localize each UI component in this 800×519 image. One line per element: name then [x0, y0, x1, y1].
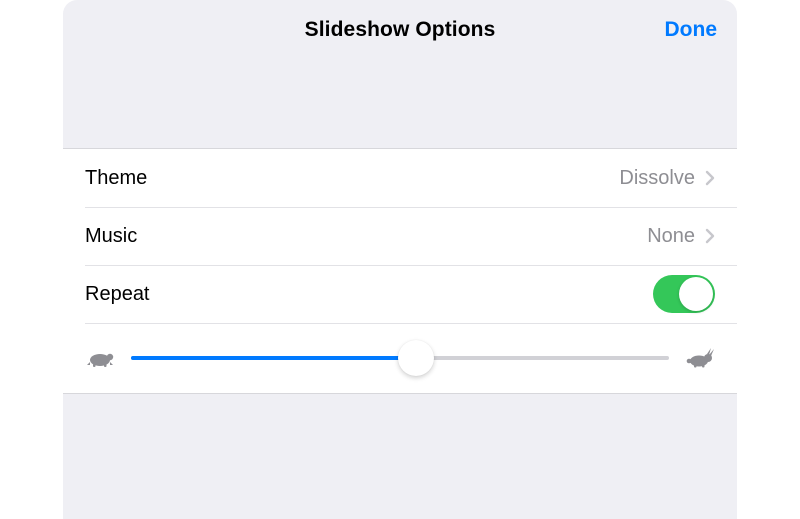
theme-value: Dissolve: [619, 167, 695, 190]
repeat-label: Repeat: [85, 283, 653, 306]
slider-thumb[interactable]: [398, 340, 434, 376]
speed-slider-row: [63, 323, 737, 393]
slideshow-options-sheet: Slideshow Options Done Theme Dissolve Mu…: [63, 0, 737, 519]
sheet-title: Slideshow Options: [305, 18, 496, 42]
speed-slider[interactable]: [131, 340, 669, 376]
rabbit-icon: [685, 347, 715, 369]
footer-spacer: [63, 394, 737, 474]
repeat-row: Repeat: [63, 265, 737, 323]
music-value: None: [647, 225, 695, 248]
music-label: Music: [85, 225, 647, 248]
chevron-right-icon: [705, 228, 715, 244]
header-spacer: [63, 60, 737, 148]
done-button[interactable]: Done: [665, 0, 718, 60]
repeat-toggle[interactable]: [653, 275, 715, 313]
sheet-header: Slideshow Options Done: [63, 0, 737, 60]
turtle-icon: [85, 348, 115, 368]
theme-label: Theme: [85, 167, 619, 190]
slider-fill: [131, 356, 416, 360]
toggle-knob: [679, 277, 713, 311]
music-row[interactable]: Music None: [63, 207, 737, 265]
theme-row[interactable]: Theme Dissolve: [63, 149, 737, 207]
options-list: Theme Dissolve Music None Repeat: [63, 148, 737, 394]
chevron-right-icon: [705, 170, 715, 186]
